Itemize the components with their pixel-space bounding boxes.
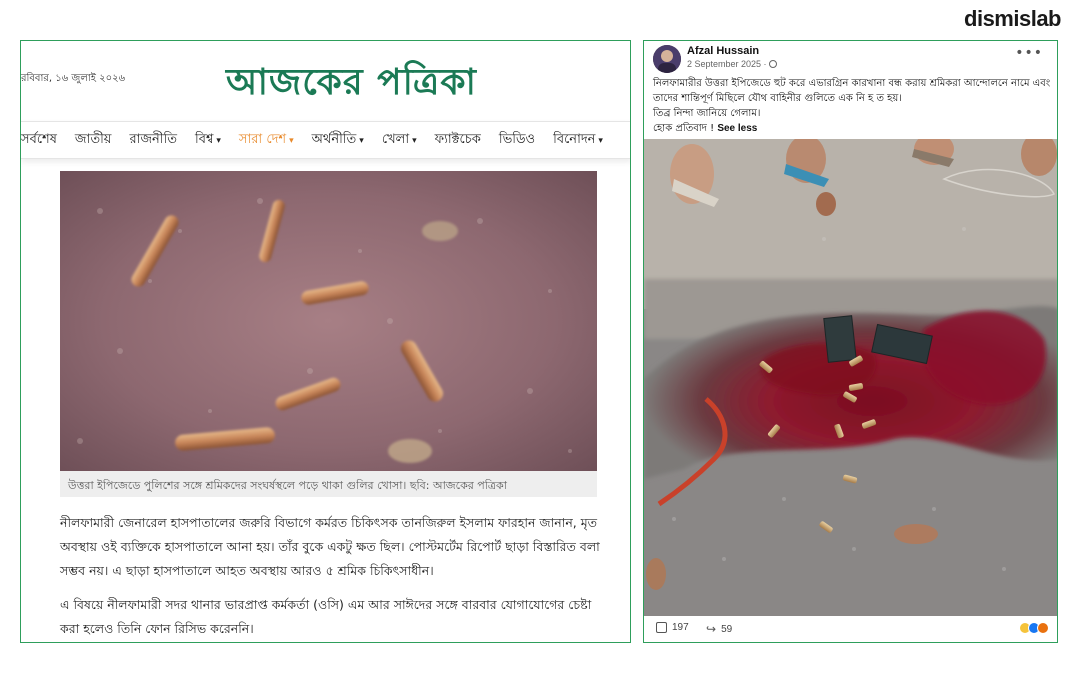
nav-item[interactable]: বিশ্ব ▾ bbox=[186, 130, 230, 151]
post-text: নিলফামারীর উত্তরা ইপিজেডে হুট করে এভারগ্… bbox=[653, 76, 1053, 136]
like-count: 197 bbox=[672, 622, 689, 633]
more-options-icon[interactable]: ••• bbox=[1015, 45, 1043, 61]
nav-item[interactable]: ফ্যাক্টচেক bbox=[426, 130, 490, 151]
nav-item-label: অর্থনীতি bbox=[311, 131, 357, 147]
nav-item[interactable]: জাতীয় bbox=[66, 130, 121, 151]
post-text-line: তিব্র নিন্দা জানিয়ে গেলাম। bbox=[653, 108, 761, 119]
dismislab-logo: dismislab bbox=[964, 6, 1061, 31]
bullet-casings-photo bbox=[60, 171, 597, 471]
post-footer: 197 ↪ 59 bbox=[644, 619, 1057, 642]
post-text-line: হোক প্রতিবাদ ! bbox=[653, 123, 715, 134]
newspaper-date: রবিবার, ১৬ জুলাই ২০২৬ bbox=[21, 73, 126, 84]
photo-caption: উত্তরা ইপিজেডে পুলিশের সঙ্গে শ্রমিকদের স… bbox=[60, 471, 597, 497]
nav-item[interactable]: খেলা ▾ bbox=[373, 130, 426, 151]
nav-item[interactable]: অর্থনীতি ▾ bbox=[303, 130, 373, 151]
chevron-down-icon: ▾ bbox=[216, 135, 221, 146]
see-less-link[interactable]: See less bbox=[717, 123, 757, 134]
reaction-icons[interactable] bbox=[1019, 622, 1049, 634]
like-button[interactable]: 197 bbox=[656, 622, 689, 633]
nav-item-label: বিশ্ব bbox=[194, 131, 214, 147]
nav-item-label: জাতীয় bbox=[74, 131, 112, 147]
post-date[interactable]: 2 September 2025 · bbox=[687, 59, 778, 69]
nav-item[interactable]: রাজনীতি bbox=[120, 130, 186, 151]
post-text-line-last: হোক প্রতিবাদ ! See less bbox=[653, 121, 1053, 136]
nav-item[interactable]: ভিডিও bbox=[490, 130, 544, 151]
nav-item-label: বিনোদন bbox=[553, 131, 596, 147]
post-author[interactable]: Afzal Hussain bbox=[687, 45, 759, 57]
post-text-line: নিলফামারীর উত্তরা ইপিজেডে হুট করে এভারগ্… bbox=[653, 78, 1051, 104]
nav-item[interactable]: বিনোদন ▾ bbox=[544, 130, 612, 151]
blood-stain-photo[interactable] bbox=[644, 139, 1057, 616]
newspaper-nav: সর্বশেষ জাতীয় রাজনীতি বিশ্ব ▾ সারা দেশ ▾ অর্থন… bbox=[21, 121, 630, 159]
article-paragraph: নীলফামারী জেনারেল হাসপাতালের জরুরি বিভাগ… bbox=[60, 515, 600, 578]
newspaper-logo[interactable]: আজকের পত্রিকা bbox=[226, 55, 477, 115]
nav-item-label: খেলা bbox=[381, 131, 410, 147]
article-body: নীলফামারী জেনারেল হাসপাতালের জরুরি বিভাগ… bbox=[60, 511, 600, 642]
avatar[interactable] bbox=[653, 45, 681, 73]
chevron-down-icon: ▾ bbox=[359, 135, 364, 146]
nav-item[interactable]: সারা দেশ ▾ bbox=[230, 130, 303, 151]
nav-item-label: সর্বশেষ bbox=[21, 131, 57, 147]
nav-item-label: সারা দেশ bbox=[238, 131, 287, 147]
nav-item-label: ভিডিও bbox=[498, 131, 536, 147]
chevron-down-icon: ▾ bbox=[412, 135, 417, 146]
newspaper-header: রবিবার, ১৬ জুলাই ২০২৬ আজকের পত্রিকা bbox=[21, 41, 630, 116]
newspaper-screenshot: রবিবার, ১৬ জুলাই ২০২৬ আজকের পত্রিকা সর্ব… bbox=[20, 40, 631, 643]
nav-item-label: ফ্যাক্টচেক bbox=[434, 131, 481, 147]
like-icon bbox=[656, 622, 667, 633]
share-button[interactable]: ↪ 59 bbox=[706, 622, 732, 636]
chevron-down-icon: ▾ bbox=[598, 135, 603, 146]
share-icon: ↪ bbox=[706, 622, 717, 636]
facebook-post-screenshot: Afzal Hussain 2 September 2025 · ••• নিল… bbox=[643, 40, 1058, 643]
share-count: 59 bbox=[721, 623, 733, 635]
nav-item[interactable]: সর্বশেষ bbox=[21, 130, 66, 151]
post-date-text: 2 September 2025 · bbox=[687, 59, 770, 69]
article-paragraph: এ বিষয়ে নীলফামারী সদর থানার ভারপ্রাপ্ত … bbox=[60, 597, 592, 636]
nav-item-label: রাজনীতি bbox=[129, 131, 177, 147]
globe-icon bbox=[769, 60, 778, 68]
angry-reaction-icon bbox=[1037, 622, 1049, 634]
chevron-down-icon: ▾ bbox=[289, 135, 294, 146]
